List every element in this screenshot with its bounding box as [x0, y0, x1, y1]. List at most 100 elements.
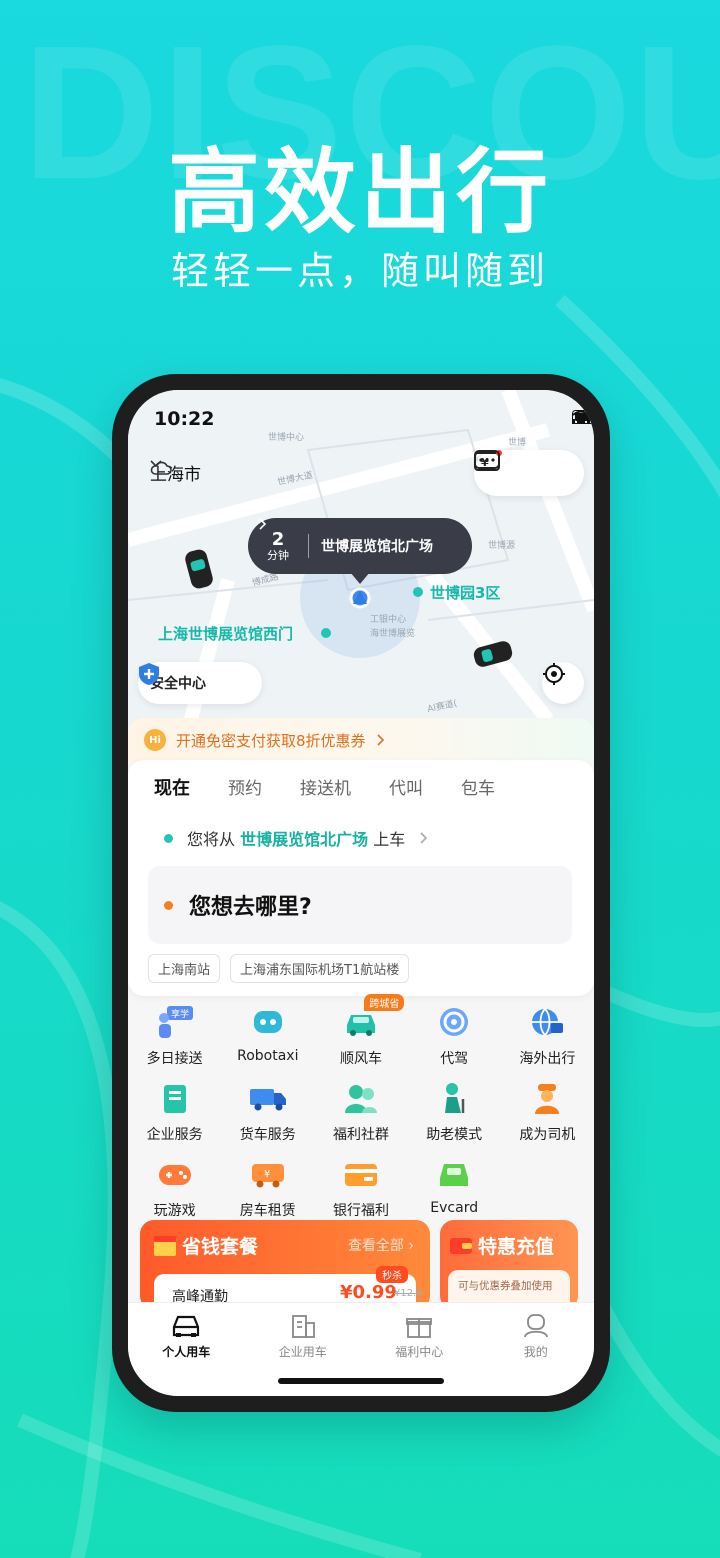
locate-icon: [543, 663, 565, 685]
offer-original-price: ¥12.9: [394, 1288, 423, 1299]
svg-text:享学: 享学: [171, 1008, 189, 1020]
steering-wheel-icon: [434, 1002, 474, 1042]
car-icon: [173, 1315, 200, 1337]
service-truck[interactable]: 货车服务: [221, 1078, 314, 1144]
service-multi-day-transfer[interactable]: 享学 多日接送: [128, 1002, 221, 1068]
tab-personal-ride[interactable]: 个人用车: [136, 1313, 236, 1396]
service-designated-driver[interactable]: 代驾: [408, 1002, 501, 1068]
pickup-place: 世博展览馆北广场: [240, 830, 369, 849]
service-rv-rental[interactable]: ¥ 房车租赁: [221, 1154, 314, 1220]
service-label: 房车租赁: [239, 1203, 296, 1219]
building-icon: [291, 1315, 315, 1338]
service-label: 顺风车: [339, 1051, 382, 1067]
service-bank-benefits[interactable]: 银行福利: [314, 1154, 407, 1220]
tab-label: 个人用车: [162, 1345, 211, 1359]
bubble-tail: [350, 572, 370, 584]
message-icon: [474, 450, 500, 469]
tab-charter[interactable]: 包车: [461, 774, 495, 800]
service-label: 助老模式: [426, 1127, 483, 1143]
rv-icon: ¥: [248, 1154, 288, 1194]
flash-sale-badge: 秒杀: [376, 1266, 408, 1283]
user-icon: [523, 1314, 548, 1338]
service-grid: 享学 多日接送 Robotaxi 跨城省 顺风车 代驾 海外出行 企业服务 货车…: [128, 994, 594, 1220]
service-label: 银行福利: [332, 1203, 389, 1219]
map-view[interactable]: 世博中心 世博大道 博成路 世博源 工银中心 海世博展览 Al赛道( 世博 10…: [128, 390, 594, 730]
suggestion-chip[interactable]: 上海南站: [148, 954, 221, 983]
service-label: 货车服务: [239, 1127, 296, 1143]
service-label: 企业服务: [146, 1127, 203, 1143]
pickup-bubble-place: 世博展览馆北广场: [321, 539, 433, 555]
service-welfare-group[interactable]: 福利社群: [314, 1078, 407, 1144]
service-label: 代驾: [440, 1051, 469, 1067]
tab-mine[interactable]: 我的: [486, 1313, 586, 1396]
service-games[interactable]: 玩游戏: [128, 1154, 221, 1220]
elder-icon: [434, 1078, 474, 1118]
chevron-right-icon: [420, 832, 428, 844]
student-icon: 享学: [155, 1002, 195, 1042]
city-selector[interactable]: 上海市: [150, 460, 201, 485]
service-label: 海外出行: [519, 1051, 576, 1067]
status-bar: 10:22: [128, 390, 594, 442]
tab-reserve[interactable]: 预约: [228, 774, 262, 800]
eta-unit: 分钟: [267, 548, 289, 562]
service-label: Evcard: [430, 1200, 479, 1216]
ride-type-tabs: 现在 预约 接送机 代叫 包车: [150, 774, 533, 800]
eta-minutes: 2 分钟: [248, 528, 308, 562]
service-elder-mode[interactable]: 助老模式: [408, 1078, 501, 1144]
svg-text:海世博展览: 海世博展览: [370, 627, 415, 639]
bank-card-icon: [341, 1154, 381, 1194]
offer-price: ¥0.99: [340, 1282, 397, 1303]
service-evcard[interactable]: Evcard: [408, 1154, 501, 1220]
truck-icon: [248, 1078, 288, 1118]
eta-number: 2: [271, 528, 285, 550]
promo-text: 开通免密支付获取8折优惠券: [176, 731, 366, 750]
safety-center-button[interactable]: 安全中心: [138, 662, 262, 704]
suggestion-chip[interactable]: 上海浦东国际机场T1航站楼: [230, 954, 410, 983]
destination-input[interactable]: 您想去哪里?: [148, 866, 572, 944]
tab-label: 企业用车: [278, 1345, 327, 1359]
special-recharge-card[interactable]: 特惠充值 可与优惠券叠加使用: [440, 1220, 578, 1310]
pickup-dot: [164, 833, 173, 843]
chevron-right-icon: [376, 734, 384, 746]
map-label-west-gate[interactable]: 上海世博展览馆西门: [158, 623, 293, 644]
tab-label: 福利中心: [395, 1345, 444, 1359]
gift-box-icon: [154, 1236, 176, 1256]
hi-badge: Hi: [144, 729, 166, 751]
tab-now[interactable]: 现在: [150, 774, 194, 800]
service-label: 多日接送: [146, 1051, 203, 1067]
tab-call-for-others[interactable]: 代叫: [389, 774, 423, 800]
phone-frame: 世博中心 世博大道 博成路 世博源 工银中心 海世博展览 Al赛道( 世博 10…: [112, 374, 610, 1412]
suggestion-chips: 上海南站 上海浦东国际机场T1航站楼: [148, 954, 410, 983]
locate-button[interactable]: [542, 662, 584, 704]
pickup-location-row[interactable]: 您将从 世博展览馆北广场 上车: [164, 826, 429, 850]
wallet-icon: [450, 1238, 472, 1254]
group-icon: [341, 1078, 381, 1118]
save-card-title: 省钱套餐: [182, 1236, 259, 1258]
recharge-title: 特惠充值: [478, 1236, 555, 1258]
pickup-prefix: 您将从: [187, 830, 236, 849]
service-label: Robotaxi: [237, 1048, 299, 1064]
home-indicator: [278, 1378, 444, 1384]
building-icon: [155, 1078, 195, 1118]
payment-promo-banner[interactable]: Hi 开通免密支付获取8折优惠券: [128, 718, 594, 762]
service-carpool[interactable]: 跨城省 顺风车: [314, 994, 407, 1068]
service-label: 成为司机: [519, 1127, 576, 1143]
destination-dot: [164, 900, 173, 910]
tab-airport[interactable]: 接送机: [300, 774, 351, 800]
gift-icon: [406, 1318, 433, 1338]
service-enterprise[interactable]: 企业服务: [128, 1078, 221, 1144]
pickup-bubble[interactable]: 2 分钟 世博展览馆北广场: [248, 518, 472, 574]
service-label: 福利社群: [332, 1127, 389, 1143]
car-icon-map-1: [185, 549, 213, 589]
service-become-driver[interactable]: 成为司机: [501, 1078, 594, 1144]
status-time: 10:22: [154, 408, 215, 430]
phone-screen: 世博中心 世博大道 博成路 世博源 工银中心 海世博展览 Al赛道( 世博 10…: [128, 390, 594, 1396]
service-overseas[interactable]: 海外出行: [501, 1002, 594, 1068]
globe-icon: [527, 1002, 567, 1042]
map-label-expo-zone[interactable]: 世博园3区: [430, 582, 500, 603]
top-action-group: ¥: [474, 450, 584, 496]
money-saving-package-card[interactable]: 省钱套餐 查看全部 › 秒杀 高峰通勤 ¥0.99 ¥12.9: [140, 1220, 430, 1314]
driver-icon: [527, 1078, 567, 1118]
service-robotaxi[interactable]: Robotaxi: [221, 1002, 314, 1068]
view-all-link[interactable]: 查看全部 ›: [348, 1235, 414, 1255]
